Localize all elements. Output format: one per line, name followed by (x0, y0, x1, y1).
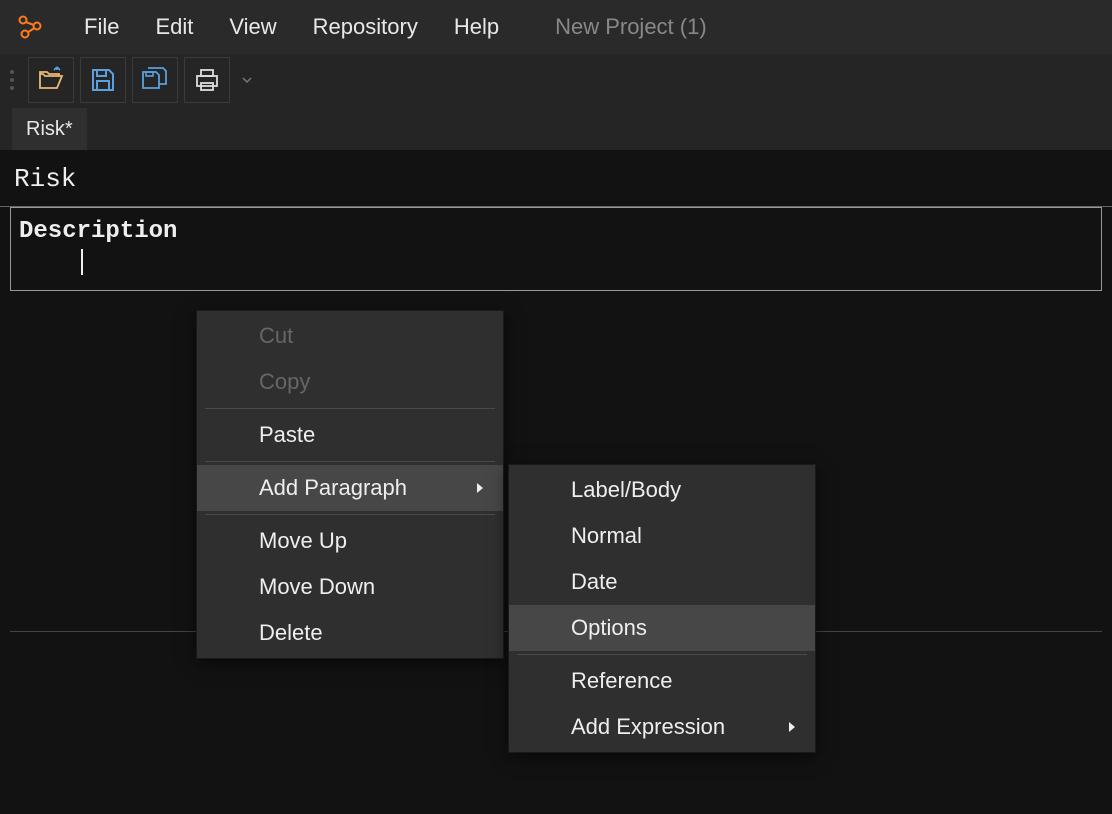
document-section: Description (10, 207, 1102, 291)
description-input[interactable] (11, 249, 1101, 290)
ctx-move-up[interactable]: Move Up (197, 518, 503, 564)
sub-normal[interactable]: Normal (509, 513, 815, 559)
toolbar-overflow[interactable] (242, 74, 254, 86)
tab-risk[interactable]: Risk* (12, 108, 87, 150)
page-title: Risk (0, 150, 1112, 207)
sub-add-expression[interactable]: Add Expression (509, 704, 815, 750)
print-icon (194, 67, 220, 93)
tabbar: Risk* (0, 106, 1112, 150)
text-caret (81, 249, 83, 275)
menu-help[interactable]: Help (436, 0, 517, 54)
print-button[interactable] (184, 57, 230, 103)
chevron-down-icon (242, 75, 252, 85)
save-icon (90, 67, 116, 93)
sub-add-expression-label: Add Expression (571, 714, 725, 740)
open-folder-icon (37, 66, 65, 94)
ctx-paste[interactable]: Paste (197, 412, 503, 458)
sub-label-body[interactable]: Label/Body (509, 467, 815, 513)
ctx-add-paragraph[interactable]: Add Paragraph (197, 465, 503, 511)
save-button[interactable] (80, 57, 126, 103)
chevron-right-icon (475, 475, 485, 501)
chevron-right-icon (787, 714, 797, 740)
app-logo-icon (16, 13, 44, 41)
context-menu: Cut Copy Paste Add Paragraph Move Up Mov… (196, 310, 504, 659)
toolbar (0, 54, 1112, 106)
menu-edit[interactable]: Edit (137, 0, 211, 54)
save-all-icon (141, 66, 169, 94)
menubar: File Edit View Repository Help New Proje… (0, 0, 1112, 54)
menu-repository[interactable]: Repository (295, 0, 436, 54)
sub-reference[interactable]: Reference (509, 658, 815, 704)
menu-view[interactable]: View (211, 0, 294, 54)
ctx-delete[interactable]: Delete (197, 610, 503, 656)
sub-options[interactable]: Options (509, 605, 815, 651)
ctx-separator (205, 461, 495, 462)
ctx-separator (205, 514, 495, 515)
project-name: New Project (1) (555, 14, 707, 40)
open-button[interactable] (28, 57, 74, 103)
ctx-copy: Copy (197, 359, 503, 405)
ctx-add-paragraph-label: Add Paragraph (259, 475, 407, 501)
ctx-separator (205, 408, 495, 409)
save-all-button[interactable] (132, 57, 178, 103)
ctx-separator (517, 654, 807, 655)
ctx-cut: Cut (197, 313, 503, 359)
ctx-move-down[interactable]: Move Down (197, 564, 503, 610)
submenu-add-paragraph: Label/Body Normal Date Options Reference… (508, 464, 816, 753)
sub-date[interactable]: Date (509, 559, 815, 605)
toolbar-handle[interactable] (10, 66, 18, 94)
field-label-description: Description (11, 208, 1101, 249)
menu-file[interactable]: File (66, 0, 137, 54)
